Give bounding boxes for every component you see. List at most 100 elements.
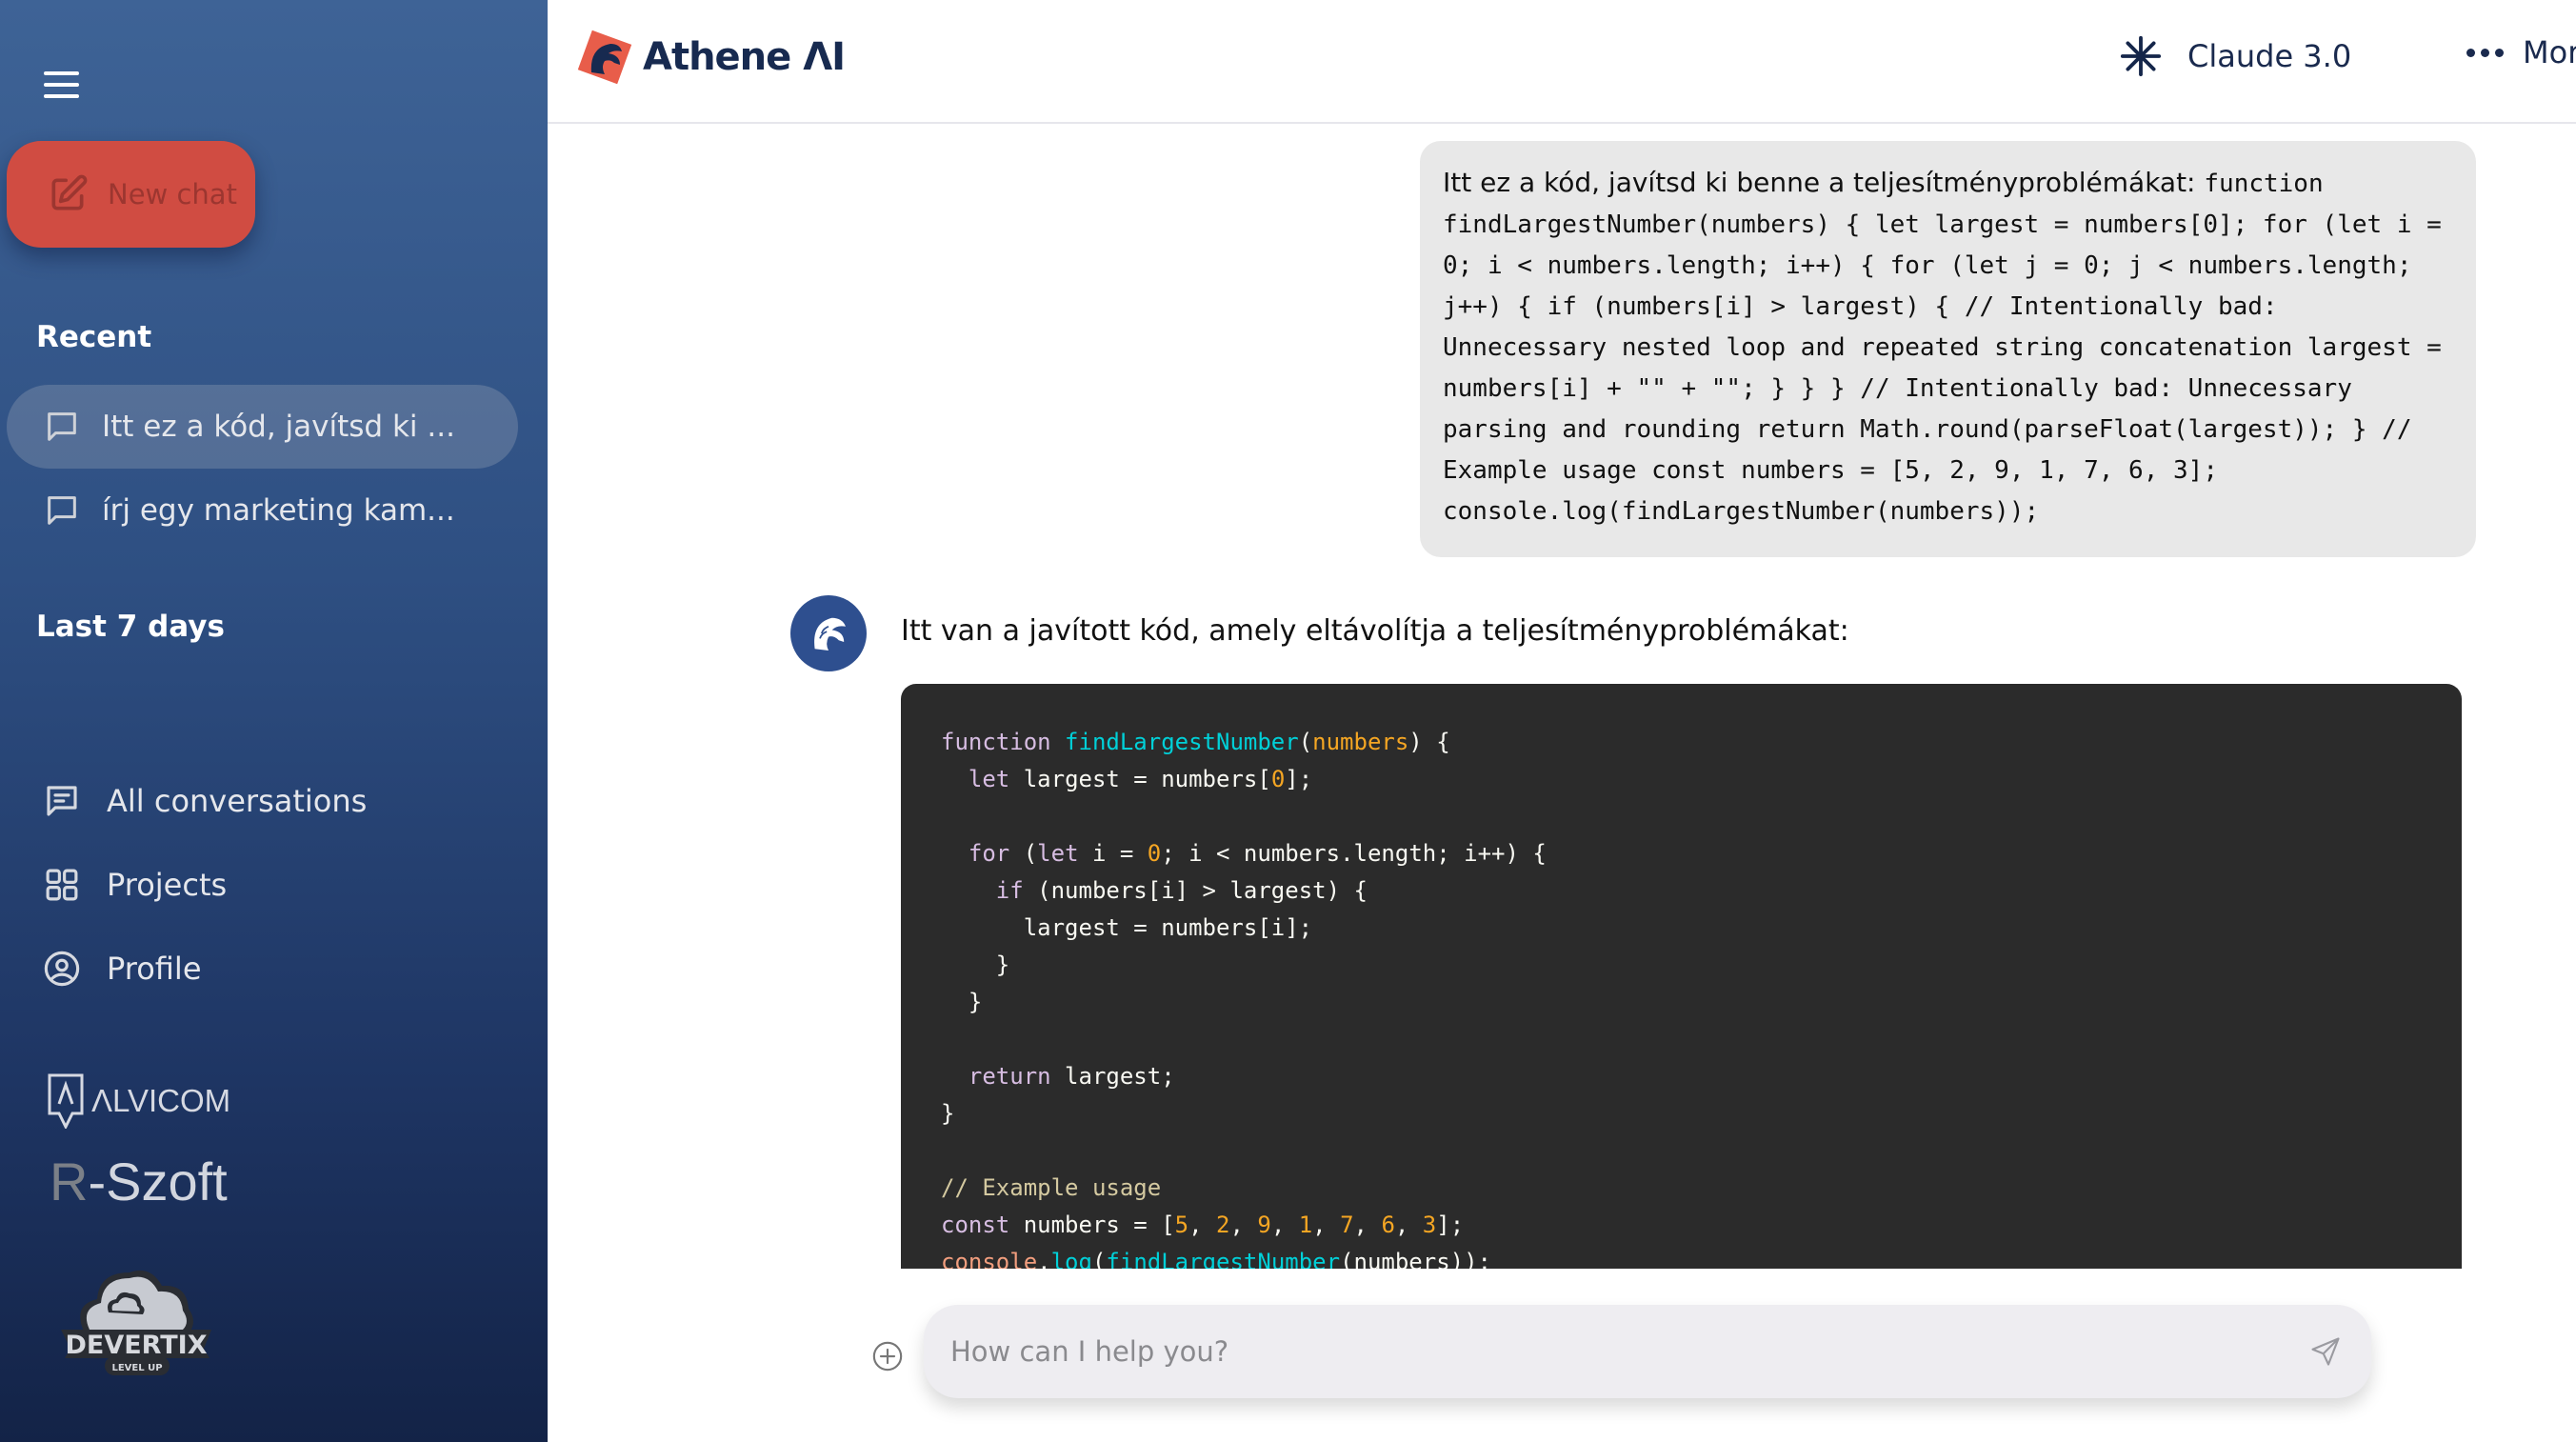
- recent-chat-item[interactable]: írj egy marketing kam...: [7, 469, 518, 552]
- code-token: 9: [1257, 1212, 1271, 1238]
- code-token: function: [941, 729, 1051, 755]
- sidebar-item-profile[interactable]: Profile: [42, 949, 202, 989]
- code-token: log: [1050, 1249, 1092, 1269]
- code-token: i =: [1078, 840, 1148, 867]
- attach-button[interactable]: [871, 1340, 904, 1372]
- code-token: findLargestNumber: [1106, 1249, 1341, 1269]
- more-dots-icon: [2466, 48, 2504, 57]
- code-token: ];: [1285, 766, 1313, 792]
- code-token: largest;: [1050, 1063, 1175, 1090]
- code-token: (: [1298, 729, 1313, 755]
- athene-helmet-icon: [814, 617, 846, 651]
- recent-section-title: Recent: [36, 320, 152, 354]
- code-token: ) {: [1408, 729, 1450, 755]
- user-message-text: Itt ez a kód, javítsd ki benne a teljesí…: [1443, 167, 2205, 198]
- hamburger-icon: [44, 71, 79, 75]
- top-header: Athene ΛI Claude 3.0 More: [548, 0, 2576, 124]
- code-token: console: [941, 1249, 1038, 1269]
- brand-logo[interactable]: Athene ΛI: [576, 29, 846, 86]
- code-token: let: [968, 766, 1010, 792]
- alvicom-logo-text: ΛLVICOM: [91, 1083, 231, 1118]
- code-line: }: [941, 984, 2424, 1021]
- code-token: (numbers[i] > largest) {: [1023, 877, 1368, 904]
- last-7-days-section-title: Last 7 days: [36, 610, 225, 644]
- code-token: findLargestNumber: [1065, 729, 1299, 755]
- hamburger-icon-line: [44, 83, 79, 87]
- code-token: 0: [1147, 840, 1162, 867]
- devertix-tagline: LEVEL UP: [111, 1363, 162, 1373]
- sidebar: New chat Recent Itt ez a kód, javítsd ki…: [0, 0, 548, 1442]
- code-line: console.log(findLargestNumber(numbers));: [941, 1244, 2424, 1269]
- code-token: ,: [1270, 1212, 1299, 1238]
- sidebar-item-all-conversations[interactable]: All conversations: [42, 781, 367, 821]
- code-token: ,: [1312, 1212, 1341, 1238]
- code-token: 6: [1381, 1212, 1395, 1238]
- recent-chat-label: írj egy marketing kam...: [102, 493, 455, 528]
- code-token: 2: [1216, 1212, 1230, 1238]
- code-token: 3: [1422, 1212, 1437, 1238]
- code-token: ,: [1353, 1212, 1382, 1238]
- code-line: let largest = numbers[0];: [941, 761, 2424, 798]
- menu-toggle-button[interactable]: [44, 69, 86, 101]
- code-token: numbers = [: [1009, 1212, 1175, 1238]
- alvicom-logo: ΛLVICOM: [48, 1073, 230, 1129]
- message-composer: [924, 1305, 2371, 1398]
- more-button[interactable]: More: [2466, 34, 2576, 70]
- asterisk-icon: [2120, 35, 2162, 77]
- code-token: (: [1009, 840, 1038, 867]
- edit-icon: [51, 174, 88, 210]
- code-token: ,: [1188, 1212, 1216, 1238]
- code-line: }: [941, 947, 2424, 984]
- recent-chat-item[interactable]: Itt ez a kód, javítsd ki ...: [7, 385, 518, 469]
- new-chat-label: New chat: [108, 178, 237, 210]
- code-token: }: [941, 989, 983, 1015]
- plus-circle-icon: [872, 1341, 903, 1372]
- code-token: ];: [1436, 1212, 1465, 1238]
- code-token: ; i < numbers.length; i++) {: [1161, 840, 1547, 867]
- devertix-logo: DEVERTIX LEVEL UP: [55, 1246, 217, 1379]
- code-token: // Example usage: [941, 1174, 1162, 1201]
- code-line: }: [941, 1095, 2424, 1132]
- sidebar-item-projects[interactable]: Projects: [42, 865, 227, 905]
- assistant-message-text: Itt van a javított kód, amely eltávolítj…: [901, 614, 1849, 648]
- chat-bubble-icon: [48, 496, 76, 525]
- code-token: const: [941, 1212, 1010, 1238]
- model-label: Claude 3.0: [2187, 38, 2352, 74]
- code-token: }: [941, 951, 1010, 978]
- sidebar-item-label: All conversations: [107, 783, 368, 819]
- code-block: function findLargestNumber(numbers) { le…: [901, 684, 2462, 1269]
- code-content: function findLargestNumber(numbers) { le…: [941, 724, 2424, 1269]
- rszoft-logo: R-Szoft: [50, 1151, 228, 1212]
- code-token: return: [968, 1063, 1051, 1090]
- send-icon[interactable]: [2308, 1334, 2343, 1369]
- alvicom-logo-icon: [48, 1073, 84, 1129]
- code-token: if: [995, 877, 1024, 904]
- sidebar-item-label: Projects: [107, 867, 228, 903]
- code-token: largest = numbers[i];: [941, 914, 1313, 941]
- code-line: // Example usage: [941, 1170, 2424, 1207]
- user-message-bubble: Itt ez a kód, javítsd ki benne a teljesí…: [1420, 141, 2476, 557]
- message-input[interactable]: [950, 1335, 2308, 1368]
- code-token: 1: [1298, 1212, 1313, 1238]
- code-line: const numbers = [5, 2, 9, 1, 7, 6, 3];: [941, 1207, 2424, 1244]
- code-token: .: [1037, 1249, 1051, 1269]
- grid-icon: [46, 869, 78, 901]
- code-token: for: [968, 840, 1010, 867]
- code-line: function findLargestNumber(numbers) {: [941, 724, 2424, 761]
- code-token: largest = numbers[: [1009, 766, 1271, 792]
- new-chat-button[interactable]: New chat: [7, 141, 255, 248]
- user-circle-icon: [44, 951, 80, 987]
- hamburger-icon-line: [44, 94, 79, 98]
- assistant-avatar: [790, 595, 867, 671]
- code-token: let: [1037, 840, 1079, 867]
- chat-bubble-icon: [48, 412, 76, 441]
- rszoft-logo-r: R: [50, 1152, 89, 1212]
- brand-name: Athene ΛI: [643, 35, 846, 79]
- model-selector[interactable]: Claude 3.0: [2119, 34, 2351, 78]
